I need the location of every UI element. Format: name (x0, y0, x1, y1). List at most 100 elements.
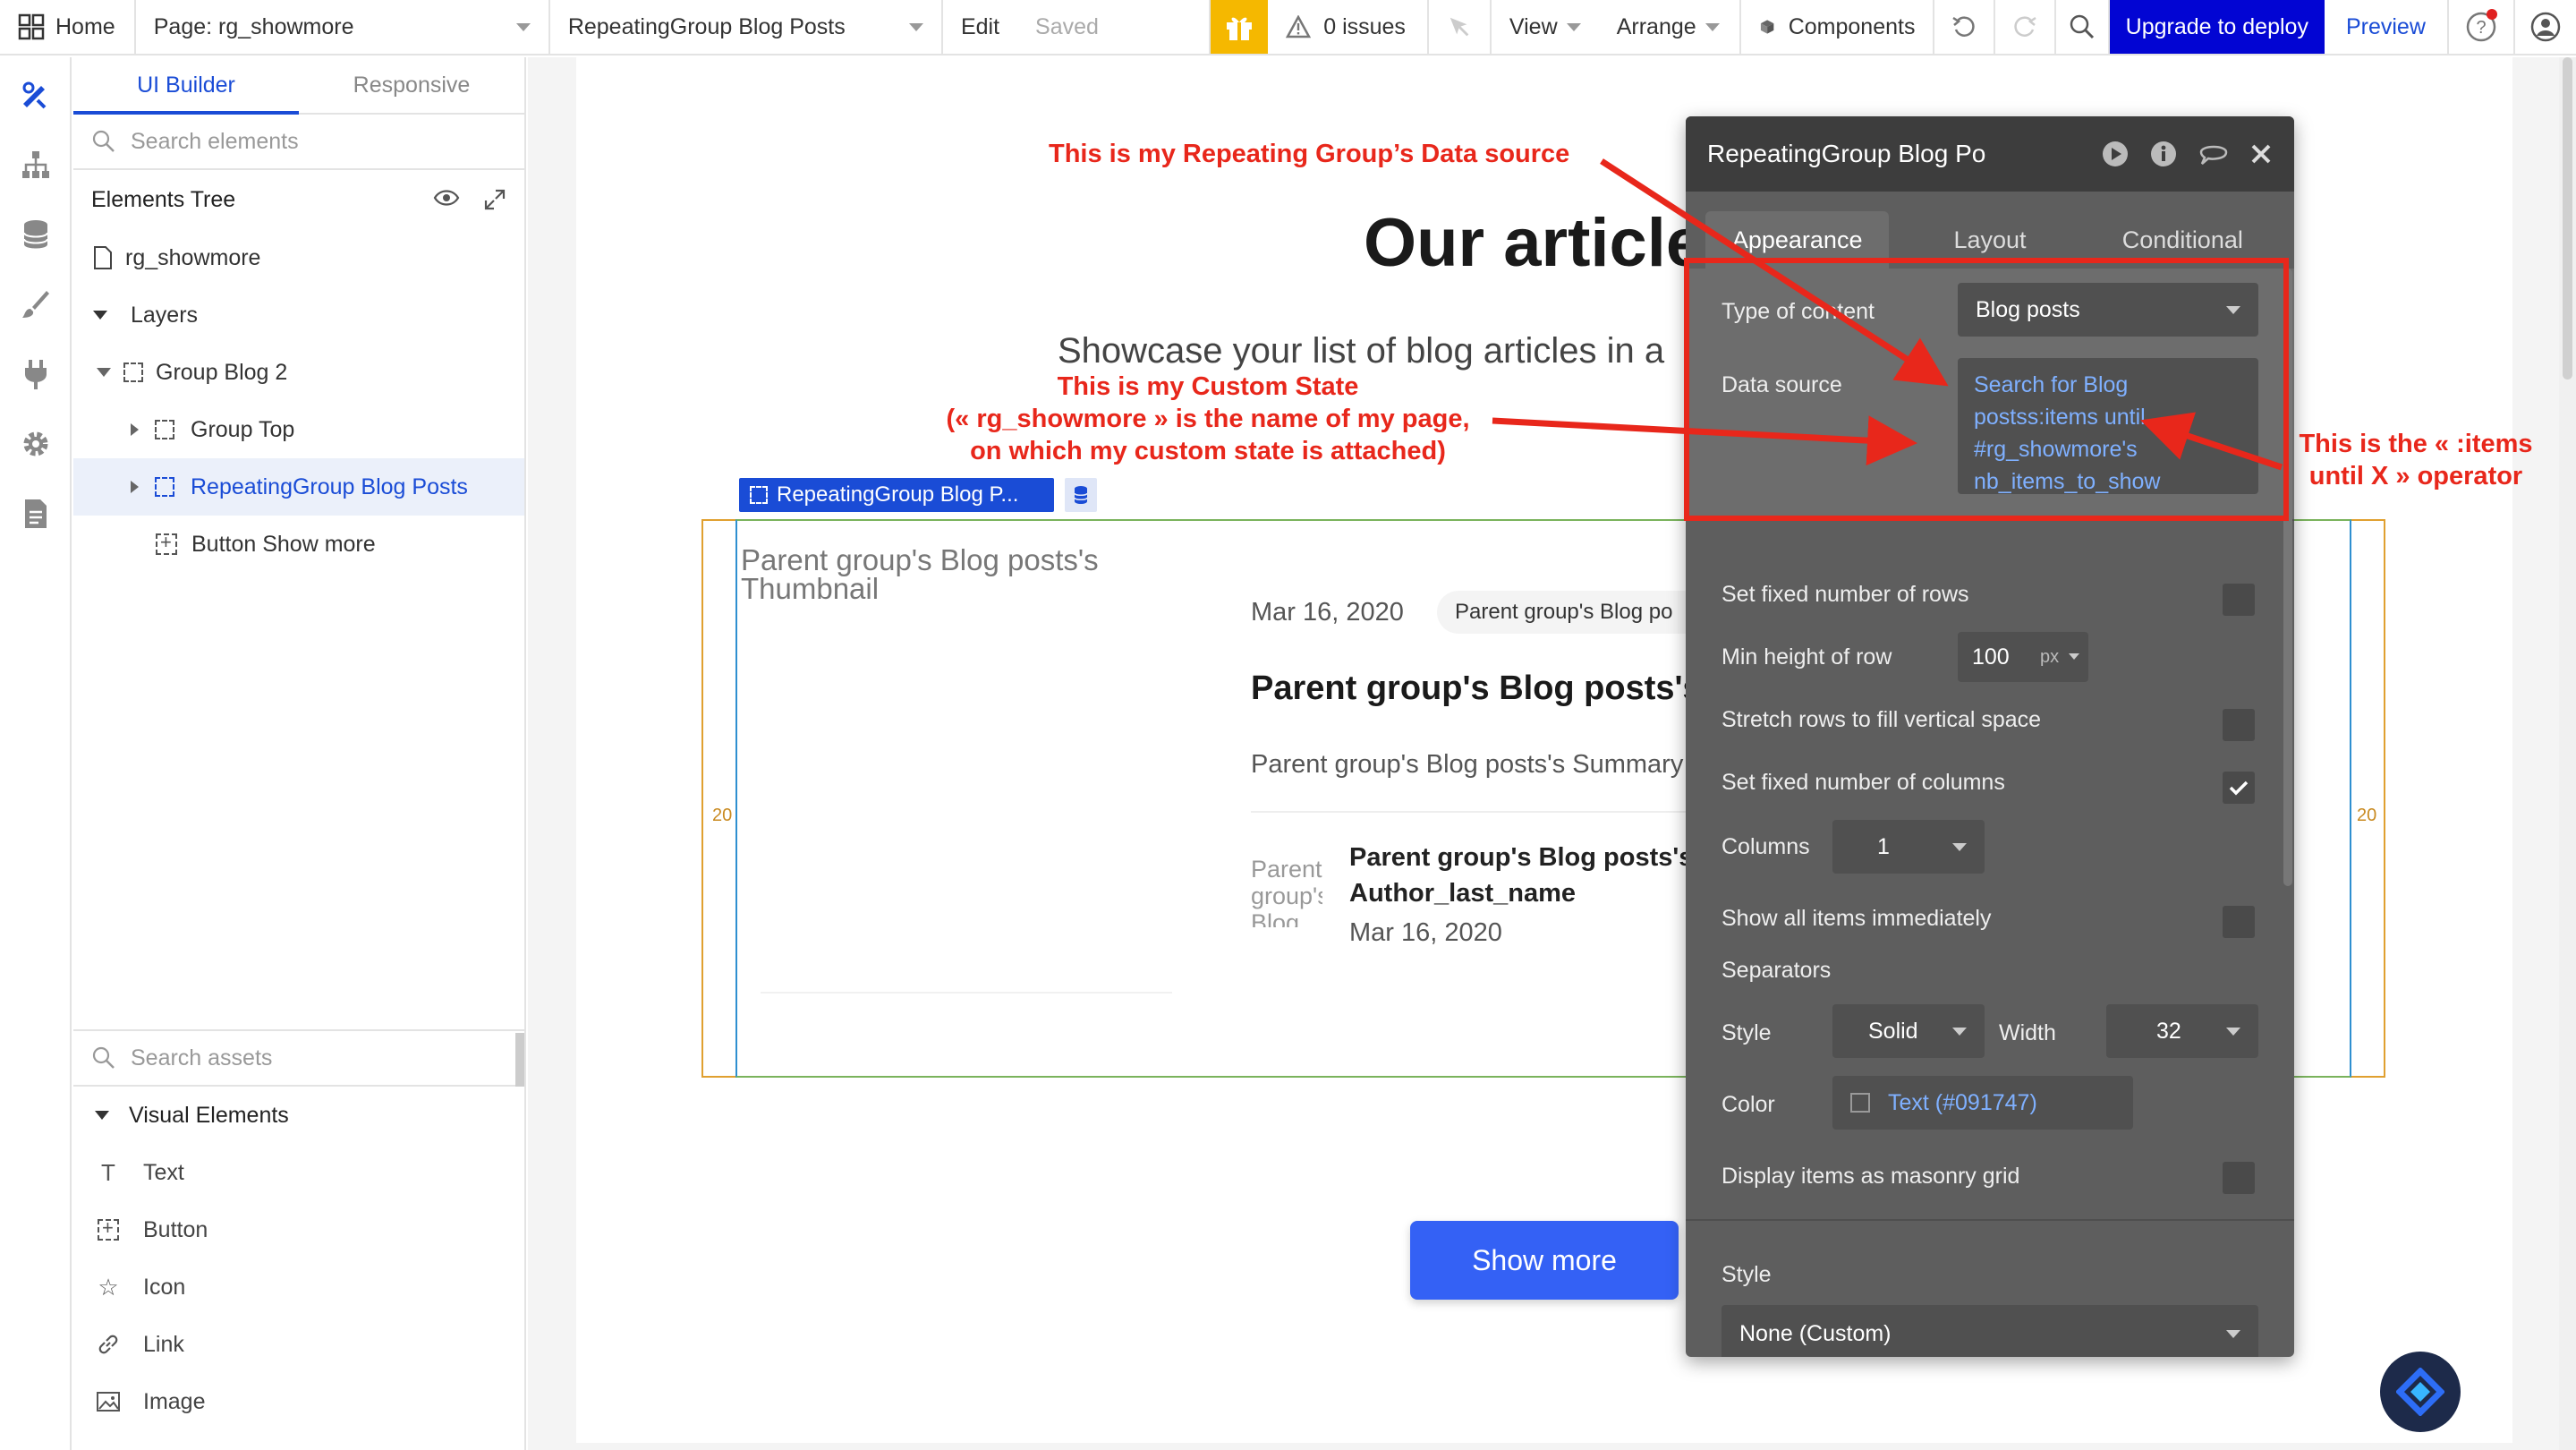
visual-element-link[interactable]: Link (73, 1316, 526, 1373)
data-source-badge[interactable] (1065, 478, 1097, 512)
upgrade-button[interactable]: Upgrade to deploy (2110, 0, 2325, 54)
visual-elements-header[interactable]: Visual Elements (73, 1087, 526, 1144)
eye-icon[interactable] (433, 188, 460, 208)
tree-item-repeating-group[interactable]: RepeatingGroup Blog Posts (73, 458, 524, 516)
settings-tab[interactable] (18, 426, 54, 462)
separator-width-select[interactable]: 32 (2106, 1004, 2258, 1058)
tree-item-label: RepeatingGroup Blog Posts (191, 473, 468, 499)
page-title[interactable]: Our article (1364, 204, 1704, 282)
floating-help-widget[interactable] (2380, 1352, 2461, 1432)
undo-icon (1952, 16, 1976, 37)
post-date[interactable]: Mar 16, 2020 (1251, 598, 1404, 627)
account-button[interactable] (2515, 0, 2576, 54)
undo-button[interactable] (1934, 0, 1996, 54)
margin-right-label: 20 (2357, 806, 2377, 825)
separator-style-select[interactable]: Solid (1832, 1004, 1985, 1058)
separator-color-picker[interactable]: Text (#091747) (1832, 1076, 2133, 1130)
database-icon (23, 220, 48, 249)
issues-button[interactable]: 0 issues (1268, 0, 1429, 54)
show-all-checkbox[interactable] (2223, 906, 2255, 938)
author-name[interactable]: Parent group's Blog posts's Author_last_… (1349, 840, 1693, 911)
edit-menu[interactable]: Edit Saved (943, 0, 1211, 54)
styles-tab[interactable] (18, 286, 54, 322)
assets-scrollbar[interactable] (515, 1033, 524, 1087)
tree-item-group-blog[interactable]: Group Blog 2 (73, 344, 524, 401)
design-tab[interactable] (18, 77, 54, 113)
data-tab[interactable] (18, 217, 54, 252)
repeating-group-tag[interactable]: RepeatingGroup Blog P... (739, 478, 1054, 512)
redo-button[interactable] (1995, 0, 2057, 54)
comment-icon[interactable] (2198, 140, 2230, 168)
show-all-label: Show all items immediately (1722, 906, 1992, 931)
visual-elements-title: Visual Elements (129, 1102, 289, 1128)
element-selector[interactable]: RepeatingGroup Blog Posts (550, 0, 943, 54)
logs-tab[interactable] (18, 496, 54, 532)
post-summary[interactable]: Parent group's Blog posts's Summary (1251, 750, 1683, 780)
min-height-input[interactable]: 100 px (1958, 632, 2088, 682)
visual-element-button[interactable]: Button (73, 1201, 526, 1258)
visual-element-label: Image (143, 1388, 206, 1414)
visual-element-icon[interactable]: ☆ Icon (73, 1258, 526, 1316)
tree-item-button-show-more[interactable]: Button Show more (73, 516, 524, 573)
property-editor-header[interactable]: RepeatingGroup Blog Po (1686, 116, 2294, 192)
svg-text:?: ? (2477, 18, 2487, 38)
columns-select[interactable]: 1 (1832, 820, 1985, 874)
close-icon[interactable] (2249, 142, 2273, 166)
triangle-down-icon[interactable] (95, 1111, 109, 1120)
components-button[interactable]: Components (1741, 0, 1935, 54)
post-title[interactable]: Parent group's Blog posts's T (1251, 670, 1731, 708)
triangle-right-icon[interactable] (131, 481, 139, 493)
show-more-button[interactable]: Show more (1410, 1221, 1679, 1300)
gift-button[interactable] (1211, 0, 1269, 54)
saved-status: Saved (1035, 13, 1099, 39)
database-icon (1074, 486, 1088, 504)
search-elements-input[interactable]: Search elements (73, 115, 524, 170)
tree-item-page[interactable]: rg_showmore (73, 229, 524, 286)
visual-element-text[interactable]: T Text (73, 1144, 526, 1201)
tab-responsive[interactable]: Responsive (299, 57, 524, 113)
masonry-checkbox[interactable] (2223, 1162, 2255, 1194)
search-assets-input[interactable]: Search assets (73, 1029, 526, 1087)
fixed-columns-checkbox[interactable] (2223, 772, 2255, 804)
author-date[interactable]: Mar 16, 2020 (1349, 918, 1502, 948)
expand-icon[interactable] (483, 188, 506, 211)
inspect-button[interactable] (1429, 0, 1492, 54)
triangle-down-icon[interactable] (97, 368, 111, 377)
fixed-rows-label: Set fixed number of rows (1722, 582, 1969, 607)
author-avatar[interactable]: Parent group's Blog (1251, 856, 1322, 927)
arrange-menu[interactable]: Arrange (1599, 0, 1742, 54)
page-selector[interactable]: Page: rg_showmore (136, 0, 550, 54)
tree-item-group-top[interactable]: Group Top (73, 401, 524, 458)
triangle-right-icon[interactable] (131, 423, 139, 436)
info-icon[interactable] (2149, 140, 2178, 168)
link-icon (95, 1331, 122, 1358)
play-icon[interactable] (2101, 140, 2130, 168)
edit-label[interactable]: Edit (961, 14, 999, 40)
home-button[interactable]: Home (0, 0, 136, 54)
view-menu[interactable]: View (1492, 0, 1599, 54)
thumbnail-image[interactable]: Parent group's Blog posts's Thumbnail (741, 545, 1135, 603)
style-select[interactable]: None (Custom) (1722, 1305, 2258, 1357)
fixed-rows-checkbox[interactable] (2223, 584, 2255, 616)
visual-element-label: Text (143, 1159, 184, 1185)
chevron-down-icon (2069, 653, 2079, 660)
visual-element-image[interactable]: Image (73, 1373, 526, 1430)
plugins-tab[interactable] (18, 356, 54, 392)
check-icon (2229, 780, 2249, 796)
min-height-unit[interactable]: px (2040, 647, 2059, 668)
elements-tree-title: Elements Tree (91, 186, 236, 212)
components-label: Components (1788, 13, 1916, 39)
workflow-tab[interactable] (18, 147, 54, 183)
separators-label: Separators (1722, 958, 1832, 983)
page-subtitle[interactable]: Showcase your list of blog articles in a (1058, 331, 1664, 371)
help-button[interactable]: ? (2449, 0, 2516, 54)
tab-ui-builder[interactable]: UI Builder (73, 57, 299, 115)
stretch-rows-checkbox[interactable] (2223, 709, 2255, 741)
chevron-down-icon (2226, 1028, 2240, 1036)
preview-button[interactable]: Preview (2325, 0, 2450, 54)
tree-item-layers[interactable]: Layers (73, 286, 524, 344)
category-chip[interactable]: Parent group's Blog po (1437, 591, 1705, 634)
search-button[interactable] (2056, 0, 2111, 54)
triangle-down-icon[interactable] (93, 311, 107, 320)
canvas-scrollbar[interactable] (2559, 57, 2576, 1450)
